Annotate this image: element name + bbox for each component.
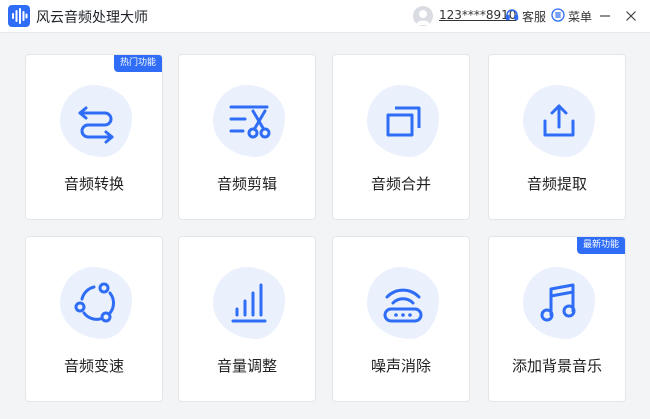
- feature-label: 音量调整: [216, 357, 277, 375]
- menu-icon: [551, 7, 565, 25]
- feature-label: 音频转换: [63, 175, 124, 193]
- hot-feature-badge: 热门功能: [113, 55, 162, 72]
- feature-card-audio-merge[interactable]: 音频合并: [332, 54, 470, 220]
- feature-label: 音频剪辑: [216, 175, 277, 193]
- noise-router-icon: [383, 288, 423, 323]
- feature-label: 音频合并: [370, 175, 431, 193]
- feature-card-audio-extract[interactable]: 音频提取: [488, 54, 626, 220]
- scissors-icon: [229, 105, 271, 139]
- feature-label: 添加背景音乐: [511, 357, 602, 375]
- menu-label: 菜单: [568, 9, 593, 24]
- feature-card-audio-speed[interactable]: 音频变速: [25, 236, 163, 402]
- convert-arrows-icon: [78, 106, 114, 144]
- speed-circle-icon: [74, 282, 115, 323]
- app-logo-icon: [8, 5, 30, 27]
- feature-card-noise-removal[interactable]: 噪声消除: [332, 236, 470, 402]
- merge-squares-icon: [386, 106, 421, 137]
- service-label: 客服: [522, 9, 547, 24]
- feature-card-volume-adjust[interactable]: 音量调整: [178, 236, 316, 402]
- upload-tray-icon: [543, 104, 575, 137]
- feature-label: 音频变速: [63, 357, 124, 375]
- feature-card-audio-convert[interactable]: 音频转换 热门功能: [25, 54, 163, 220]
- feature-card-audio-cut[interactable]: 音频剪辑: [178, 54, 316, 220]
- app-window: 风云音频处理大师 123****8910 客服 菜单 音频转换 热门功能 音频剪…: [0, 0, 650, 419]
- close-icon: [626, 11, 636, 21]
- feature-label: 音频提取: [526, 175, 587, 193]
- avatar[interactable]: [413, 6, 433, 26]
- new-feature-badge: 最新功能: [576, 237, 625, 254]
- music-note-icon: [540, 283, 576, 322]
- minimize-icon: [600, 15, 610, 17]
- minimize-button[interactable]: [596, 7, 614, 25]
- close-button[interactable]: [622, 7, 640, 25]
- feature-card-add-bgm[interactable]: 添加背景音乐 最新功能: [488, 236, 626, 402]
- headset-icon: [505, 8, 519, 25]
- menu-button[interactable]: 菜单: [551, 6, 592, 26]
- app-title: 风云音频处理大师: [36, 10, 148, 26]
- feature-grid: 音频转换 热门功能 音频剪辑 音频合并 音频提取 音频变速 音量调整 噪声消除 …: [0, 32, 650, 419]
- volume-bars-icon: [231, 283, 267, 323]
- customer-service-button[interactable]: 客服: [505, 6, 546, 26]
- title-bar: 风云音频处理大师 123****8910 客服 菜单: [0, 0, 650, 33]
- feature-label: 噪声消除: [370, 357, 431, 375]
